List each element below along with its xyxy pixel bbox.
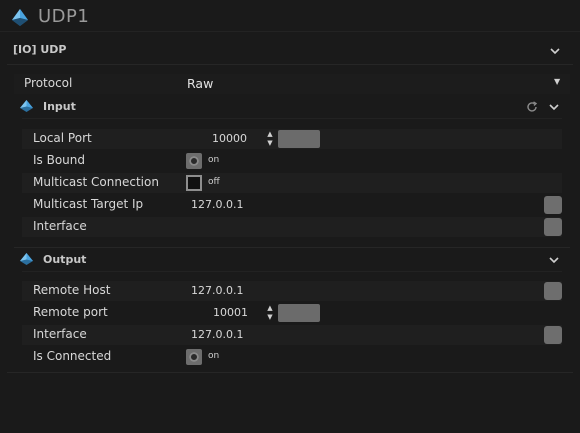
input-group-icon	[19, 99, 34, 114]
bottom-divider	[7, 372, 573, 373]
output-group-title: Output	[43, 253, 87, 266]
input-interface-row: Interface	[22, 217, 562, 237]
is-connected-label: Is Connected	[33, 349, 112, 363]
chevron-down-icon[interactable]	[548, 44, 562, 58]
multicast-connection-toggle[interactable]	[186, 175, 202, 191]
multicast-connection-label: Multicast Connection	[33, 175, 159, 189]
is-bound-state: on	[208, 155, 220, 165]
input-interface-label: Interface	[33, 219, 87, 233]
spin-up-icon[interactable]: ▲	[267, 304, 272, 312]
output-group-header[interactable]: Output	[14, 250, 570, 270]
output-interface-value[interactable]: 127.0.0.1	[191, 328, 243, 341]
output-interface-label: Interface	[33, 327, 87, 341]
remote-port-input[interactable]: 10001	[213, 306, 248, 319]
chevron-down-icon[interactable]	[547, 100, 561, 114]
is-connected-row: Is Connected on	[22, 347, 562, 367]
remote-host-row: Remote Host 127.0.0.1	[22, 281, 562, 301]
input-interface-button[interactable]	[544, 218, 562, 236]
protocol-label: Protocol	[24, 76, 73, 90]
remote-host-input[interactable]: 127.0.0.1	[191, 284, 243, 297]
output-interface-button[interactable]	[544, 326, 562, 344]
multicast-target-ip-button[interactable]	[544, 196, 562, 214]
header-divider	[0, 31, 580, 32]
caret-down-icon[interactable]: ▼	[554, 77, 560, 86]
local-port-label: Local Port	[33, 131, 92, 145]
is-bound-label: Is Bound	[33, 153, 86, 167]
is-connected-toggle[interactable]	[186, 349, 202, 365]
remote-port-stepper[interactable]: ▲ ▼	[265, 304, 275, 322]
remote-host-label: Remote Host	[33, 283, 111, 297]
spin-up-icon[interactable]: ▲	[267, 130, 272, 138]
is-connected-state: on	[208, 351, 220, 361]
input-divider	[22, 118, 562, 119]
remote-port-slider[interactable]	[278, 304, 320, 322]
chevron-down-icon[interactable]	[547, 253, 561, 267]
is-bound-row: Is Bound on	[22, 151, 562, 171]
section-title: [IO] UDP	[13, 43, 67, 56]
remote-port-label: Remote port	[33, 305, 108, 319]
section-header[interactable]: [IO] UDP	[7, 40, 573, 62]
reset-icon[interactable]	[525, 100, 539, 114]
multicast-connection-row: Multicast Connection off	[22, 173, 562, 193]
local-port-slider[interactable]	[278, 130, 320, 148]
module-logo-icon	[10, 8, 30, 28]
group-divider	[14, 247, 570, 248]
input-group-header[interactable]: Input	[14, 97, 570, 117]
multicast-connection-state: off	[208, 177, 220, 187]
remote-port-row: Remote port 10001 ▲ ▼	[22, 303, 562, 323]
local-port-row: Local Port 10000 ▲ ▼	[22, 129, 562, 149]
is-bound-toggle[interactable]	[186, 153, 202, 169]
input-group-title: Input	[43, 100, 76, 113]
spin-down-icon[interactable]: ▼	[267, 139, 272, 147]
section-divider	[7, 64, 573, 65]
multicast-target-ip-input[interactable]: 127.0.0.1	[191, 198, 243, 211]
protocol-row[interactable]: Protocol Raw ▼	[14, 74, 570, 94]
remote-host-button[interactable]	[544, 282, 562, 300]
spin-down-icon[interactable]: ▼	[267, 313, 272, 321]
output-divider	[22, 271, 562, 272]
output-interface-row: Interface 127.0.0.1	[22, 325, 562, 345]
local-port-input[interactable]: 10000	[212, 132, 247, 145]
window-title: UDP1	[38, 6, 90, 27]
local-port-stepper[interactable]: ▲ ▼	[265, 130, 275, 148]
multicast-target-ip-row: Multicast Target Ip 127.0.0.1	[22, 195, 562, 215]
multicast-target-ip-label: Multicast Target Ip	[33, 197, 144, 211]
protocol-dropdown-value[interactable]: Raw	[187, 76, 213, 91]
output-group-icon	[19, 252, 34, 267]
